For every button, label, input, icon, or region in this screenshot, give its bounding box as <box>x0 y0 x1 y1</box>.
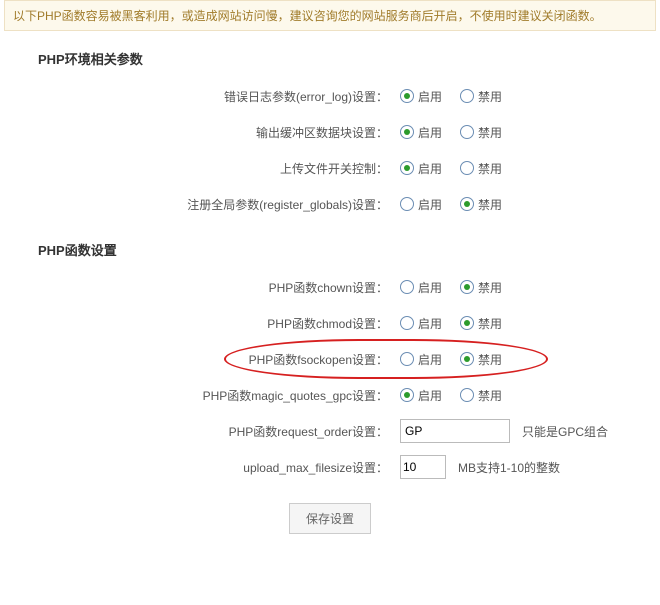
radio-enable[interactable]: 启用 <box>400 196 442 213</box>
radio-label: 禁用 <box>478 315 502 332</box>
setting-label: 上传文件开关控制： <box>4 160 400 177</box>
setting-label: PHP函数chown设置： <box>4 279 400 296</box>
setting-row: 输出缓冲区数据块设置： 启用 禁用 <box>4 114 656 150</box>
section-title-func: PHP函数设置 <box>38 240 656 259</box>
page-wrap: 以下PHP函数容易被黑客利用，或造成网站访问慢，建议咨询您的网站服务商后开启，不… <box>0 0 660 574</box>
label-request-order: PHP函数request_order设置： <box>4 423 400 440</box>
section-title-env: PHP环境相关参数 <box>38 49 656 68</box>
radio-enable[interactable]: 启用 <box>400 387 442 404</box>
setting-row: PHP函数fsockopen设置： 启用 禁用 <box>4 341 656 377</box>
radio-icon <box>460 352 474 366</box>
warning-notice: 以下PHP函数容易被黑客利用，或造成网站访问慢，建议咨询您的网站服务商后开启，不… <box>4 0 656 31</box>
radio-disable[interactable]: 禁用 <box>460 279 502 296</box>
setting-label: PHP函数chmod设置： <box>4 315 400 332</box>
radio-label: 禁用 <box>478 88 502 105</box>
setting-row: 错误日志参数(error_log)设置： 启用 禁用 <box>4 78 656 114</box>
radio-enable[interactable]: 启用 <box>400 124 442 141</box>
radio-label: 启用 <box>418 124 442 141</box>
setting-row: PHP函数magic_quotes_gpc设置： 启用 禁用 <box>4 377 656 413</box>
setting-label: 输出缓冲区数据块设置： <box>4 124 400 141</box>
radio-enable[interactable]: 启用 <box>400 88 442 105</box>
radio-label: 启用 <box>418 160 442 177</box>
radio-label: 启用 <box>418 88 442 105</box>
input-request-order[interactable] <box>400 419 510 443</box>
radio-icon <box>400 388 414 402</box>
radio-icon <box>460 89 474 103</box>
radio-icon <box>400 316 414 330</box>
radio-label: 禁用 <box>478 124 502 141</box>
radio-label: 启用 <box>418 387 442 404</box>
setting-label: 注册全局参数(register_globals)设置： <box>4 196 400 213</box>
radio-icon <box>400 125 414 139</box>
radio-label: 禁用 <box>478 196 502 213</box>
radio-icon <box>460 197 474 211</box>
row-upload-size: upload_max_filesize设置： MB支持1-10的整数 <box>4 449 656 485</box>
setting-label: 错误日志参数(error_log)设置： <box>4 88 400 105</box>
radio-icon <box>400 89 414 103</box>
radio-icon <box>460 280 474 294</box>
save-button[interactable]: 保存设置 <box>289 503 371 534</box>
setting-row: 注册全局参数(register_globals)设置： 启用 禁用 <box>4 186 656 222</box>
row-request-order: PHP函数request_order设置： 只能是GPC组合 <box>4 413 656 449</box>
radio-label: 启用 <box>418 315 442 332</box>
radio-icon <box>460 125 474 139</box>
radio-icon <box>400 352 414 366</box>
hint-request-order: 只能是GPC组合 <box>522 423 608 440</box>
radio-enable[interactable]: 启用 <box>400 160 442 177</box>
radio-icon <box>460 316 474 330</box>
radio-enable[interactable]: 启用 <box>400 315 442 332</box>
radio-disable[interactable]: 禁用 <box>460 196 502 213</box>
env-rows: 错误日志参数(error_log)设置：启用禁用输出缓冲区数据块设置：启用禁用上… <box>4 78 656 222</box>
func-rows: PHP函数chown设置：启用禁用PHP函数chmod设置：启用禁用PHP函数f… <box>4 269 656 413</box>
radio-disable[interactable]: 禁用 <box>460 124 502 141</box>
radio-disable[interactable]: 禁用 <box>460 387 502 404</box>
radio-enable[interactable]: 启用 <box>400 279 442 296</box>
radio-icon <box>460 388 474 402</box>
setting-row: PHP函数chown设置： 启用 禁用 <box>4 269 656 305</box>
radio-label: 禁用 <box>478 279 502 296</box>
radio-disable[interactable]: 禁用 <box>460 315 502 332</box>
radio-icon <box>400 197 414 211</box>
radio-label: 禁用 <box>478 351 502 368</box>
radio-disable[interactable]: 禁用 <box>460 351 502 368</box>
setting-row: 上传文件开关控制： 启用 禁用 <box>4 150 656 186</box>
save-row: 保存设置 <box>4 503 656 534</box>
radio-icon <box>460 161 474 175</box>
radio-label: 禁用 <box>478 387 502 404</box>
hint-upload-size: MB支持1-10的整数 <box>458 459 560 476</box>
radio-label: 启用 <box>418 279 442 296</box>
radio-label: 禁用 <box>478 160 502 177</box>
radio-icon <box>400 161 414 175</box>
setting-label: PHP函数magic_quotes_gpc设置： <box>4 387 400 404</box>
setting-row: PHP函数chmod设置： 启用 禁用 <box>4 305 656 341</box>
radio-enable[interactable]: 启用 <box>400 351 442 368</box>
radio-label: 启用 <box>418 196 442 213</box>
radio-icon <box>400 280 414 294</box>
radio-disable[interactable]: 禁用 <box>460 88 502 105</box>
setting-label: PHP函数fsockopen设置： <box>4 351 400 368</box>
radio-disable[interactable]: 禁用 <box>460 160 502 177</box>
input-upload-size[interactable] <box>400 455 446 479</box>
radio-label: 启用 <box>418 351 442 368</box>
label-upload-size: upload_max_filesize设置： <box>4 459 400 476</box>
